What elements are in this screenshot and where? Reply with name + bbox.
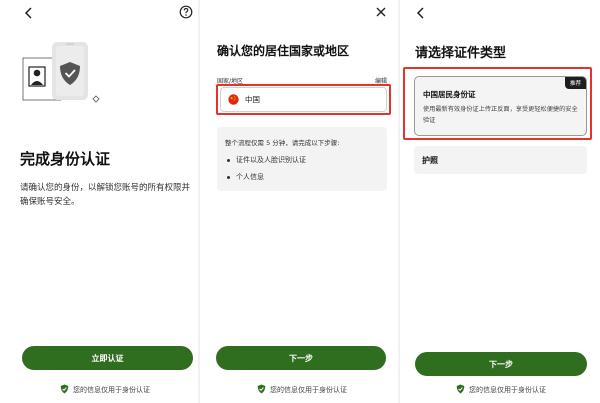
steps-intro: 整个流程仅需 5 分钟，请完成以下步骤: xyxy=(225,139,340,147)
step-item: 证件以及人脸识别认证 xyxy=(227,155,306,165)
shield-check-icon xyxy=(257,384,266,396)
description-text: 请确认您的身份，以解锁您账号的所有权限并确保账号安全。 xyxy=(20,183,191,207)
back-arrow-icon[interactable] xyxy=(20,4,38,22)
help-icon[interactable] xyxy=(177,3,195,21)
privacy-note-text: 您的信息仅用于身份认证 xyxy=(469,386,546,394)
shield-check-icon xyxy=(456,384,465,396)
close-icon[interactable] xyxy=(372,3,390,21)
page-title: 完成身份认证 xyxy=(20,150,111,168)
privacy-note: 您的信息仅用于身份认证 xyxy=(456,384,546,396)
step-item: 个人信息 xyxy=(227,172,264,182)
page-title: 请选择证件类型 xyxy=(415,46,507,61)
highlight-frame xyxy=(403,67,592,140)
back-arrow-icon[interactable] xyxy=(412,4,430,22)
privacy-note-text: 您的信息仅用于身份认证 xyxy=(270,386,347,394)
verify-now-button[interactable]: 立即认证 xyxy=(22,346,193,370)
next-button[interactable]: 下一步 xyxy=(216,346,386,370)
privacy-note: 您的信息仅用于身份认证 xyxy=(257,384,347,396)
id-card-shield-illustration xyxy=(20,40,110,110)
highlight-frame xyxy=(216,84,391,115)
panel-complete-verification: 完成身份认证 请确认您的身份，以解锁您账号的所有权限并确保账号安全。 立即认证 … xyxy=(0,0,200,403)
privacy-note: 您的信息仅用于身份认证 xyxy=(60,384,150,396)
passport-option[interactable]: 护照 xyxy=(414,146,587,174)
steps-info-box: 整个流程仅需 5 分钟，请完成以下步骤: 证件以及人脸识别认证 个人信息 xyxy=(217,127,387,191)
panel-residence-country: 确认您的居住国家或地区 国家/地区 编辑 中国 整个流程仅需 5 分钟，请完成以… xyxy=(200,0,400,403)
shield-check-icon xyxy=(60,384,69,396)
page-title: 确认您的居住国家或地区 xyxy=(217,44,350,58)
panel-document-type: 请选择证件类型 推荐 中国居民身份证 使用最新有效身份证上传正反面，享受更轻松便… xyxy=(400,0,600,403)
privacy-note-text: 您的信息仅用于身份认证 xyxy=(73,386,150,394)
next-button[interactable]: 下一步 xyxy=(415,352,587,376)
